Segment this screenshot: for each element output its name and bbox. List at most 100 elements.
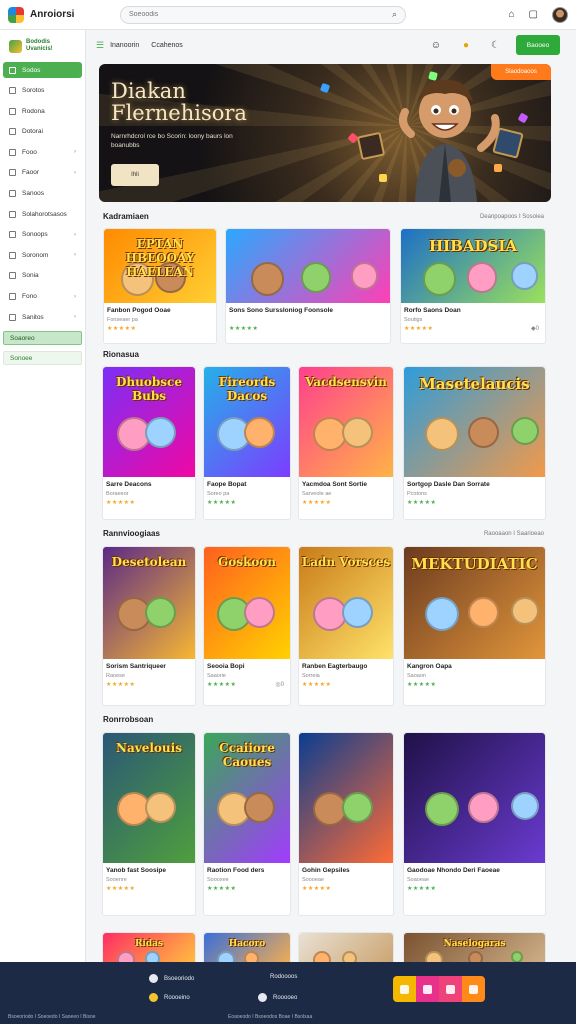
avatar[interactable] — [552, 6, 568, 23]
sidebar-item-11[interactable]: Fono › — [3, 289, 82, 305]
support-icon — [258, 993, 267, 1002]
game-card[interactable]: Gaodoae Nhondo Deri Faoeae Soaoeae ★★★★★ — [403, 732, 546, 916]
sidebar-promo-item[interactable]: Soaoreo — [3, 331, 82, 346]
game-thumbnail[interactable]: Desetolean — [103, 547, 195, 659]
game-card[interactable]: Navelouis Yanob fast Soosipe Sooenre ★★★★★ — [102, 732, 196, 916]
game-card[interactable]: Fireords Dacos Faope Bopat Soreo pa ★★★★★ — [203, 366, 291, 520]
search-icon[interactable]: ⌕ — [392, 9, 397, 20]
hero-banner[interactable]: Diakan Flernehisora Narnrhdcrol rce bo S… — [99, 64, 551, 202]
game-thumbnail[interactable]: Dhuobsce Bubs — [103, 367, 195, 477]
breadcrumb-secondary[interactable]: Ccahenos — [151, 42, 183, 49]
profile-icon[interactable]: ☺ — [431, 40, 441, 51]
game-thumbnail[interactable] — [299, 733, 393, 863]
footer-link-3[interactable]: Roooeino — [149, 993, 190, 1002]
game-card[interactable]: HIBADSIA Rorfo Saons Doan Soutigs ★★★★★ ◆0 — [400, 228, 546, 344]
game-title[interactable]: Kangron Oapa — [407, 663, 544, 670]
game-title[interactable]: Ranben Eagterbaugo — [302, 663, 392, 670]
sidebar-item-5[interactable]: Faoor › — [3, 165, 82, 181]
chevron-right-icon[interactable]: › — [74, 294, 76, 300]
game-title[interactable]: Sons Sono Surssloniog Foonsole — [229, 307, 389, 314]
sidebar-item-0[interactable]: Sodos — [3, 62, 82, 78]
game-card[interactable]: Sons Sono Surssloniog Foonsole ★★★★★ — [225, 228, 391, 344]
sidebar-item-12[interactable]: Sanitos › — [3, 309, 82, 325]
game-title[interactable]: Rorfo Saons Doan — [404, 307, 544, 314]
game-card[interactable]: Gohin Gepsiles Soooeae ★★★★★ — [298, 732, 394, 916]
sidebar-item-4[interactable]: Fooo › — [3, 144, 82, 160]
game-meta: Fonseaer pa — [107, 317, 138, 323]
game-thumbnail[interactable]: Vacdsensvin — [299, 367, 393, 477]
game-thumbnail[interactable]: Ccaiiore Caoues — [204, 733, 290, 863]
game-thumbnail[interactable] — [404, 733, 545, 863]
sidebar-item-1[interactable]: Sorotos — [3, 83, 82, 99]
footer-app-badges[interactable] — [393, 976, 485, 1002]
game-thumbnail[interactable]: Fireords Dacos — [204, 367, 290, 477]
game-card[interactable]: Ccaiiore Caoues Raotion Food ders Soooxee ★… — [203, 732, 291, 916]
home-icon[interactable]: ⌂ — [509, 9, 515, 20]
app-logo-icon[interactable] — [8, 6, 24, 23]
game-card[interactable]: MEKTUDIATIC Kangron Oapa Saoaon ★★★★★ — [403, 546, 546, 706]
game-thumbnail[interactable]: Masetelaucis — [404, 367, 545, 477]
app-badge-3-icon[interactable] — [439, 976, 462, 1002]
search-bar[interactable]: ⌕ — [120, 5, 406, 24]
game-thumbnail[interactable]: EPTAN HBEOOAY HAELEAN — [104, 229, 216, 303]
chevron-right-icon[interactable]: › — [74, 232, 76, 238]
chevron-right-icon[interactable]: › — [74, 170, 76, 176]
game-title[interactable]: Yanob fast Soosipe — [106, 867, 194, 874]
sidebar-item-label: Sonoops — [22, 231, 48, 239]
game-title[interactable]: Sortgop Dasle Dan Sorrate — [407, 481, 544, 488]
app-badge-4-icon[interactable] — [462, 976, 485, 1002]
moon-icon[interactable]: ☾ — [491, 40, 500, 51]
game-card[interactable]: Goskoon Seooia Bopi Saaorie ★★★★★ ◎0 — [203, 546, 291, 706]
sidebar-item-3[interactable]: Dotorai — [3, 124, 82, 140]
game-card[interactable]: Masetelaucis Sortgop Dasle Dan Sorrate Pco… — [403, 366, 546, 520]
game-card[interactable]: EPTAN HBEOOAY HAELEAN Fanbon Pogod Ooae Fo… — [103, 228, 217, 344]
section-link-3[interactable]: Raooaaon I Saarioeao — [484, 531, 544, 537]
game-title[interactable]: Seooia Bopi — [207, 663, 289, 670]
game-title[interactable]: Sarre Deacons — [106, 481, 194, 488]
sidebar-item-8[interactable]: Sonoops › — [3, 227, 82, 243]
game-title[interactable]: Sorism Santriqueer — [106, 663, 194, 670]
app-badge-1-icon[interactable] — [393, 976, 416, 1002]
game-title[interactable]: Gohin Gepsiles — [302, 867, 392, 874]
footer-link-4[interactable]: Rooooeo — [258, 993, 297, 1002]
hero-badge[interactable]: Slaodoaoos — [491, 64, 551, 80]
app-badge-2-icon[interactable] — [416, 976, 439, 1002]
game-thumbnail[interactable]: MEKTUDIATIC — [404, 547, 545, 659]
game-title[interactable]: Fanbon Pogod Ooae — [107, 307, 215, 314]
footer-link-2[interactable]: Rodoooos — [258, 974, 297, 980]
sidebar-item-2[interactable]: Rodona — [3, 103, 82, 119]
rating-stars: ★★★★★ — [106, 500, 136, 506]
sidebar-item-10[interactable]: Sonia — [3, 268, 82, 284]
sidebar-secondary-item[interactable]: Sonoee — [3, 351, 82, 366]
coins-icon[interactable]: ● — [463, 40, 469, 51]
game-thumbnail[interactable]: HIBADSIA — [401, 229, 545, 303]
chevron-right-icon[interactable]: › — [74, 314, 76, 320]
chevron-right-icon[interactable]: › — [74, 252, 76, 258]
game-thumbnail[interactable]: Ladn Vorsces — [299, 547, 393, 659]
game-card[interactable]: Vacdsensvin Yacmdoa Sont Sortie Sarveole a… — [298, 366, 394, 520]
sidebar-logo-icon — [9, 39, 22, 53]
game-thumbnail[interactable]: Goskoon — [204, 547, 290, 659]
breadcrumb-primary[interactable]: Inanoorin — [110, 42, 139, 49]
hero-play-button[interactable]: Ihli — [111, 164, 159, 186]
game-card[interactable]: Desetolean Sorism Santriqueer Raoese ★★★★★ — [102, 546, 196, 706]
chevron-right-icon[interactable]: › — [74, 149, 76, 155]
game-title[interactable]: Yacmdoa Sont Sortie — [302, 481, 392, 488]
primary-action-button[interactable]: Baooeo — [516, 35, 560, 55]
sidebar-item-6[interactable]: Sanoos — [3, 186, 82, 202]
search-input[interactable] — [129, 11, 392, 18]
game-title[interactable]: Raotion Food ders — [207, 867, 289, 874]
menu-icon[interactable]: ☰ — [96, 40, 104, 51]
window-icon[interactable]: ▢ — [529, 9, 538, 20]
sidebar-item-7[interactable]: Solahorotsasos — [3, 206, 82, 222]
game-card[interactable]: Ladn Vorsces Ranben Eagterbaugo Sorreia ★★★… — [298, 546, 394, 706]
section-link-1[interactable]: Deanpoapoos I Sosoiea — [480, 214, 544, 220]
game-thumbnail[interactable] — [226, 229, 390, 303]
game-title[interactable]: Gaodoae Nhondo Deri Faoeae — [407, 867, 544, 874]
game-title[interactable]: Faope Bopat — [207, 481, 289, 488]
hero-dice-icon — [356, 131, 386, 161]
footer-link-1[interactable]: Bsoeoriodo — [149, 974, 194, 983]
game-thumbnail[interactable]: Navelouis — [103, 733, 195, 863]
sidebar-item-9[interactable]: Soronom › — [3, 247, 82, 263]
game-card[interactable]: Dhuobsce Bubs Sarre Deacons Boraeeor ★★★★★ — [102, 366, 196, 520]
